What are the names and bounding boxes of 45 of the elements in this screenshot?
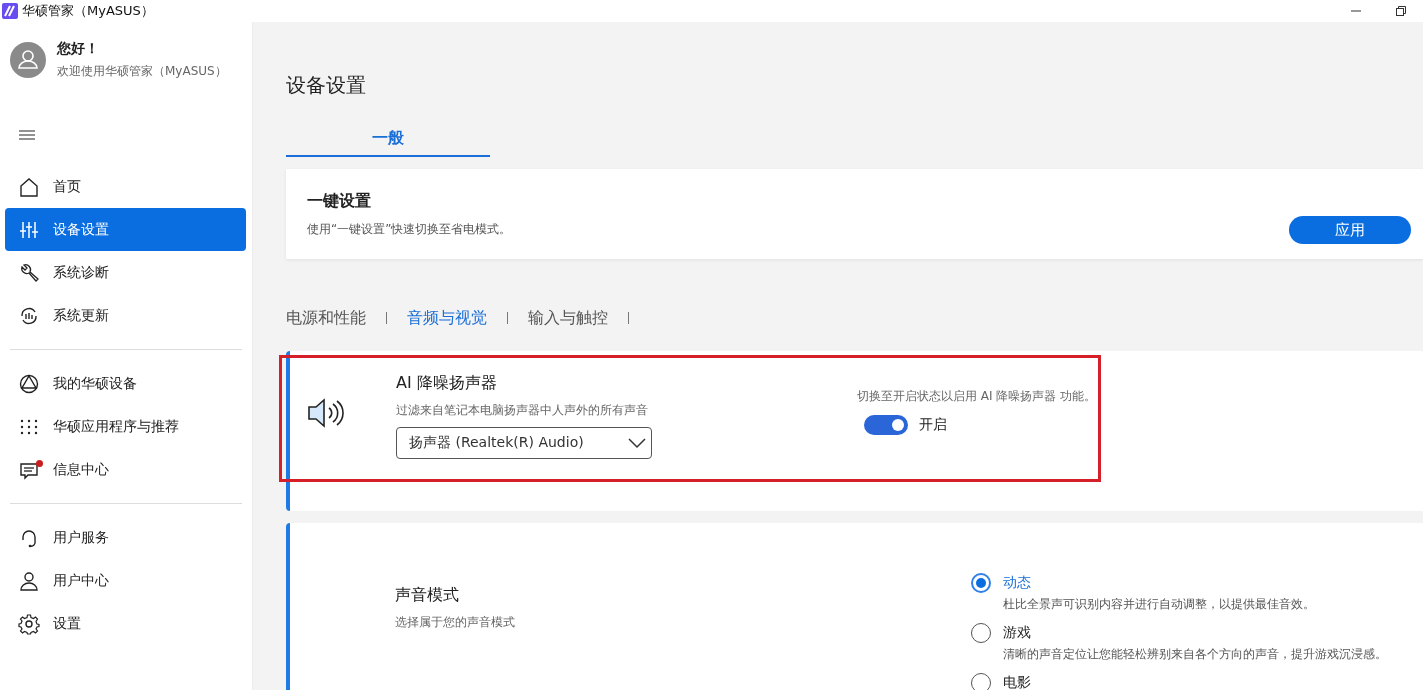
- card-title: 一键设置: [307, 190, 372, 212]
- nav-item[interactable]: 用户服务: [5, 516, 246, 559]
- toggle-switch[interactable]: [864, 415, 908, 435]
- section-title: 声音模式: [395, 585, 460, 606]
- home-icon: [18, 175, 40, 198]
- toggle-hint: 切换至开启状态以启用 AI 降噪扬声器 功能。: [857, 388, 1097, 405]
- wrench-icon: [18, 261, 40, 284]
- option-description: 清晰的声音定位让您能轻松辨别来自各个方向的声音，提升游戏沉浸感。: [1003, 646, 1387, 663]
- option-label: 动态: [1003, 574, 1031, 592]
- card-description: 使用“一键设置”快速切换至省电模式。: [307, 220, 512, 238]
- apply-button[interactable]: 应用: [1289, 216, 1411, 244]
- option-description: 杜比全景声可识别内容并进行自动调整，以提供最佳音效。: [1003, 596, 1316, 613]
- nav-item[interactable]: 系统更新: [5, 294, 246, 337]
- section-description: 过滤来自笔记本电脑扬声器中人声外的所有声音: [396, 402, 649, 419]
- nav-item[interactable]: 设置: [5, 602, 246, 645]
- category-tab[interactable]: 电源和性能: [286, 307, 366, 329]
- category-tab[interactable]: 音频与视觉: [407, 307, 487, 329]
- user-icon: [18, 569, 40, 592]
- restore-icon[interactable]: [1395, 6, 1406, 16]
- welcome-text: 欢迎使用华硕管家（MyASUS）: [57, 63, 227, 80]
- window-title: 华硕管家（MyASUS）: [22, 2, 154, 20]
- greeting-text: 您好！: [57, 40, 100, 58]
- avatar-icon: [10, 42, 46, 78]
- menu-icon[interactable]: [19, 130, 35, 140]
- speaker-dropdown[interactable]: 扬声器 (Realtek(R) Audio): [396, 427, 652, 459]
- nav-item[interactable]: 我的华硕设备: [5, 362, 246, 405]
- nav-item[interactable]: 华硕应用程序与推荐: [5, 405, 246, 448]
- chevron-down-icon: [627, 437, 647, 449]
- settings-icon: [18, 612, 40, 635]
- section-title: AI 降噪扬声器: [396, 373, 498, 394]
- triangle-circle-icon: [18, 372, 40, 395]
- toggle-label: 开启: [919, 416, 947, 434]
- nav-item[interactable]: 信息中心: [5, 448, 246, 491]
- section-description: 选择属于您的声音模式: [395, 614, 515, 631]
- radio-button[interactable]: [971, 573, 991, 593]
- nav-item[interactable]: 系统诊断: [5, 251, 246, 294]
- category-tab[interactable]: 输入与触控: [528, 307, 608, 329]
- nav-item[interactable]: 设备设置: [5, 208, 246, 251]
- page-title: 设备设置: [286, 72, 367, 99]
- tab[interactable]: 一般: [286, 123, 490, 157]
- speaker-icon: [307, 397, 347, 429]
- option-label: 电影: [1003, 674, 1031, 690]
- nav-item[interactable]: 用户中心: [5, 559, 246, 602]
- nav-item[interactable]: 首页: [5, 165, 246, 208]
- option-label: 游戏: [1003, 624, 1031, 642]
